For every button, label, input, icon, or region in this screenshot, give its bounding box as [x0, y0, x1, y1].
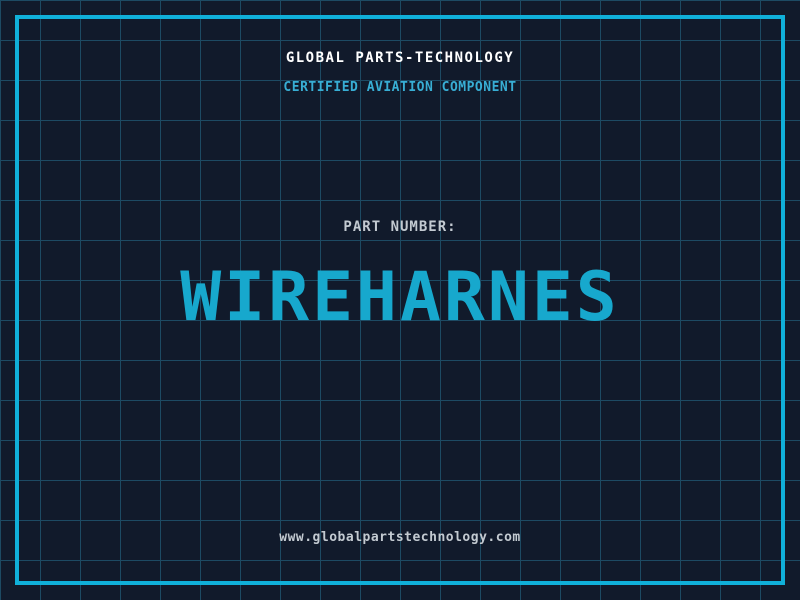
part-number-value: WIREHARNES — [180, 258, 620, 337]
website-url: www.globalpartstechnology.com — [279, 530, 521, 545]
part-number-label: PART NUMBER: — [343, 219, 457, 235]
certification-subtitle: CERTIFIED AVIATION COMPONENT — [283, 80, 517, 95]
certificate-screen: GLOBAL PARTS-TECHNOLOGY CERTIFIED AVIATI… — [0, 0, 800, 600]
company-title: GLOBAL PARTS-TECHNOLOGY — [285, 50, 515, 66]
